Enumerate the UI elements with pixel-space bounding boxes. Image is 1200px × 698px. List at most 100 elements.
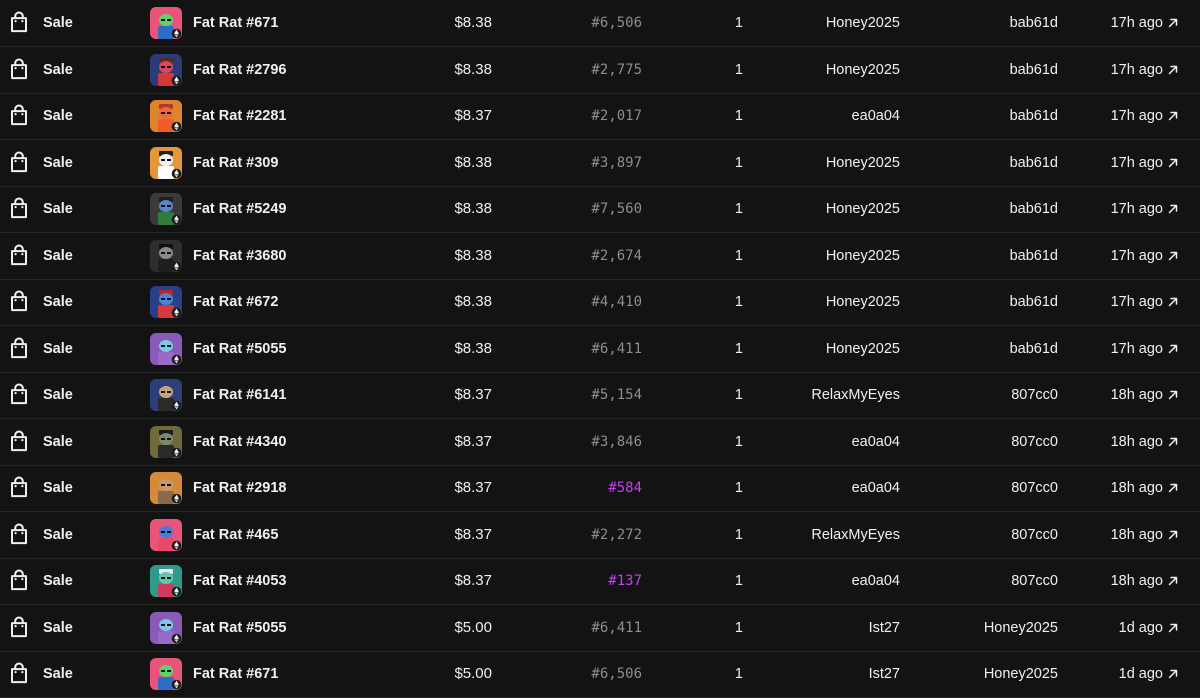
timestamp-link[interactable]: 1d ago xyxy=(1119,619,1178,637)
timestamp-link[interactable]: 17h ago xyxy=(1111,107,1178,125)
nft-thumbnail[interactable] xyxy=(150,518,182,551)
timestamp-link[interactable]: 17h ago xyxy=(1111,247,1178,265)
to-address[interactable]: bab61d xyxy=(1010,107,1058,125)
table-row[interactable]: Sale Fat Rat #309 $8.38 #3,897 1 Honey20… xyxy=(0,140,1200,187)
nft-name[interactable]: Fat Rat #5249 xyxy=(193,200,287,218)
to-address[interactable]: bab61d xyxy=(1010,154,1058,172)
timestamp-link[interactable]: 17h ago xyxy=(1111,200,1178,218)
timestamp-link[interactable]: 17h ago xyxy=(1111,293,1178,311)
from-address[interactable]: Honey2025 xyxy=(826,14,900,32)
to-address[interactable]: bab61d xyxy=(1010,247,1058,265)
table-row[interactable]: Sale Fat Rat #672 $8.38 #4,410 1 Honey20… xyxy=(0,280,1200,327)
nft-thumbnail[interactable] xyxy=(150,286,182,319)
table-row[interactable]: Sale Fat Rat #4053 $8.37 #137 1 ea0a04 8… xyxy=(0,559,1200,606)
table-row[interactable]: Sale Fat Rat #6141 $8.37 #5,154 1 RelaxM… xyxy=(0,373,1200,420)
nft-thumbnail[interactable] xyxy=(150,53,182,86)
event-type: Sale xyxy=(43,15,73,31)
timestamp-link[interactable]: 18h ago xyxy=(1111,386,1178,404)
nft-name[interactable]: Fat Rat #671 xyxy=(193,665,278,683)
to-address[interactable]: bab61d xyxy=(1010,340,1058,358)
quantity: 1 xyxy=(734,480,743,497)
table-row[interactable]: Sale Fat Rat #4340 $8.37 #3,846 1 ea0a04… xyxy=(0,419,1200,466)
table-row[interactable]: Sale Fat Rat #2796 $8.38 #2,775 1 Honey2… xyxy=(0,47,1200,94)
to-address[interactable]: bab61d xyxy=(1010,61,1058,79)
nft-thumbnail[interactable] xyxy=(150,193,182,226)
shopping-bag-icon xyxy=(10,151,28,173)
nft-thumbnail[interactable] xyxy=(150,146,182,179)
nft-name[interactable]: Fat Rat #465 xyxy=(193,526,278,544)
table-row[interactable]: Sale Fat Rat #671 $5.00 #6,506 1 Ist27 H… xyxy=(0,652,1200,698)
table-row[interactable]: Sale Fat Rat #5055 $5.00 #6,411 1 Ist27 … xyxy=(0,605,1200,652)
to-address[interactable]: bab61d xyxy=(1010,200,1058,218)
from-address[interactable]: Ist27 xyxy=(869,665,900,683)
nft-name[interactable]: Fat Rat #671 xyxy=(193,14,278,32)
from-address[interactable]: Honey2025 xyxy=(826,154,900,172)
nft-thumbnail[interactable] xyxy=(150,239,182,272)
timestamp-link[interactable]: 18h ago xyxy=(1111,479,1178,497)
nft-name[interactable]: Fat Rat #5055 xyxy=(193,619,287,637)
to-address[interactable]: Honey2025 xyxy=(984,619,1058,637)
quantity: 1 xyxy=(734,154,743,171)
from-address[interactable]: Ist27 xyxy=(869,619,900,637)
table-row[interactable]: Sale Fat Rat #2918 $8.37 #584 1 ea0a04 8… xyxy=(0,466,1200,513)
timestamp-link[interactable]: 1d ago xyxy=(1119,665,1178,683)
timestamp-link[interactable]: 17h ago xyxy=(1111,154,1178,172)
event-type: Sale xyxy=(43,340,73,357)
nft-name[interactable]: Fat Rat #5055 xyxy=(193,340,287,358)
from-address[interactable]: ea0a04 xyxy=(852,107,900,125)
nft-name[interactable]: Fat Rat #2281 xyxy=(193,107,287,125)
event-type: Sale xyxy=(43,108,73,125)
from-address[interactable]: Honey2025 xyxy=(826,247,900,265)
nft-thumbnail[interactable] xyxy=(150,332,182,365)
nft-thumbnail[interactable] xyxy=(150,611,182,644)
nft-name[interactable]: Fat Rat #4053 xyxy=(193,572,287,590)
table-row[interactable]: Sale Fat Rat #671 $8.38 #6,506 1 Honey20… xyxy=(0,0,1200,47)
table-row[interactable]: Sale Fat Rat #5249 $8.38 #7,560 1 Honey2… xyxy=(0,187,1200,234)
from-address[interactable]: Honey2025 xyxy=(826,340,900,358)
timestamp-link[interactable]: 18h ago xyxy=(1111,433,1178,451)
from-address[interactable]: Honey2025 xyxy=(826,200,900,218)
nft-name[interactable]: Fat Rat #3680 xyxy=(193,247,287,265)
to-address[interactable]: bab61d xyxy=(1010,14,1058,32)
nft-thumbnail[interactable] xyxy=(150,425,182,458)
nft-name[interactable]: Fat Rat #309 xyxy=(193,154,278,172)
timestamp-label: 1d ago xyxy=(1118,666,1163,683)
from-address[interactable]: RelaxMyEyes xyxy=(811,526,900,544)
table-row[interactable]: Sale Fat Rat #3680 $8.38 #2,674 1 Honey2… xyxy=(0,233,1200,280)
to-address[interactable]: 807cc0 xyxy=(1011,386,1058,404)
nft-name[interactable]: Fat Rat #672 xyxy=(193,293,278,311)
nft-thumbnail[interactable] xyxy=(150,379,182,412)
to-address[interactable]: 807cc0 xyxy=(1011,433,1058,451)
to-address[interactable]: bab61d xyxy=(1010,293,1058,311)
from-address[interactable]: RelaxMyEyes xyxy=(811,386,900,404)
to-address[interactable]: Honey2025 xyxy=(984,665,1058,683)
nft-name[interactable]: Fat Rat #6141 xyxy=(193,386,287,404)
sale-price: $8.38 xyxy=(454,293,492,311)
nft-name[interactable]: Fat Rat #2796 xyxy=(193,61,287,79)
to-address[interactable]: 807cc0 xyxy=(1011,479,1058,497)
timestamp-link[interactable]: 17h ago xyxy=(1111,14,1178,32)
from-address[interactable]: Honey2025 xyxy=(826,293,900,311)
timestamp-link[interactable]: 17h ago xyxy=(1111,61,1178,79)
nft-name[interactable]: Fat Rat #4340 xyxy=(193,433,287,451)
timestamp-link[interactable]: 17h ago xyxy=(1111,340,1178,358)
table-row[interactable]: Sale Fat Rat #2281 $8.37 #2,017 1 ea0a04… xyxy=(0,94,1200,141)
quantity: 1 xyxy=(734,294,743,311)
nft-thumbnail[interactable] xyxy=(150,565,182,598)
from-address[interactable]: ea0a04 xyxy=(852,572,900,590)
from-address[interactable]: ea0a04 xyxy=(852,479,900,497)
nft-name[interactable]: Fat Rat #2918 xyxy=(193,479,287,497)
from-address[interactable]: ea0a04 xyxy=(852,433,900,451)
nft-thumbnail[interactable] xyxy=(150,100,182,133)
timestamp-link[interactable]: 18h ago xyxy=(1111,572,1178,590)
nft-thumbnail[interactable] xyxy=(150,472,182,505)
quantity: 1 xyxy=(734,619,743,636)
table-row[interactable]: Sale Fat Rat #465 $8.37 #2,272 1 RelaxMy… xyxy=(0,512,1200,559)
timestamp-link[interactable]: 18h ago xyxy=(1111,526,1178,544)
from-address[interactable]: Honey2025 xyxy=(826,61,900,79)
nft-thumbnail[interactable] xyxy=(150,7,182,39)
to-address[interactable]: 807cc0 xyxy=(1011,572,1058,590)
nft-thumbnail[interactable] xyxy=(150,658,182,691)
table-row[interactable]: Sale Fat Rat #5055 $8.38 #6,411 1 Honey2… xyxy=(0,326,1200,373)
to-address[interactable]: 807cc0 xyxy=(1011,526,1058,544)
